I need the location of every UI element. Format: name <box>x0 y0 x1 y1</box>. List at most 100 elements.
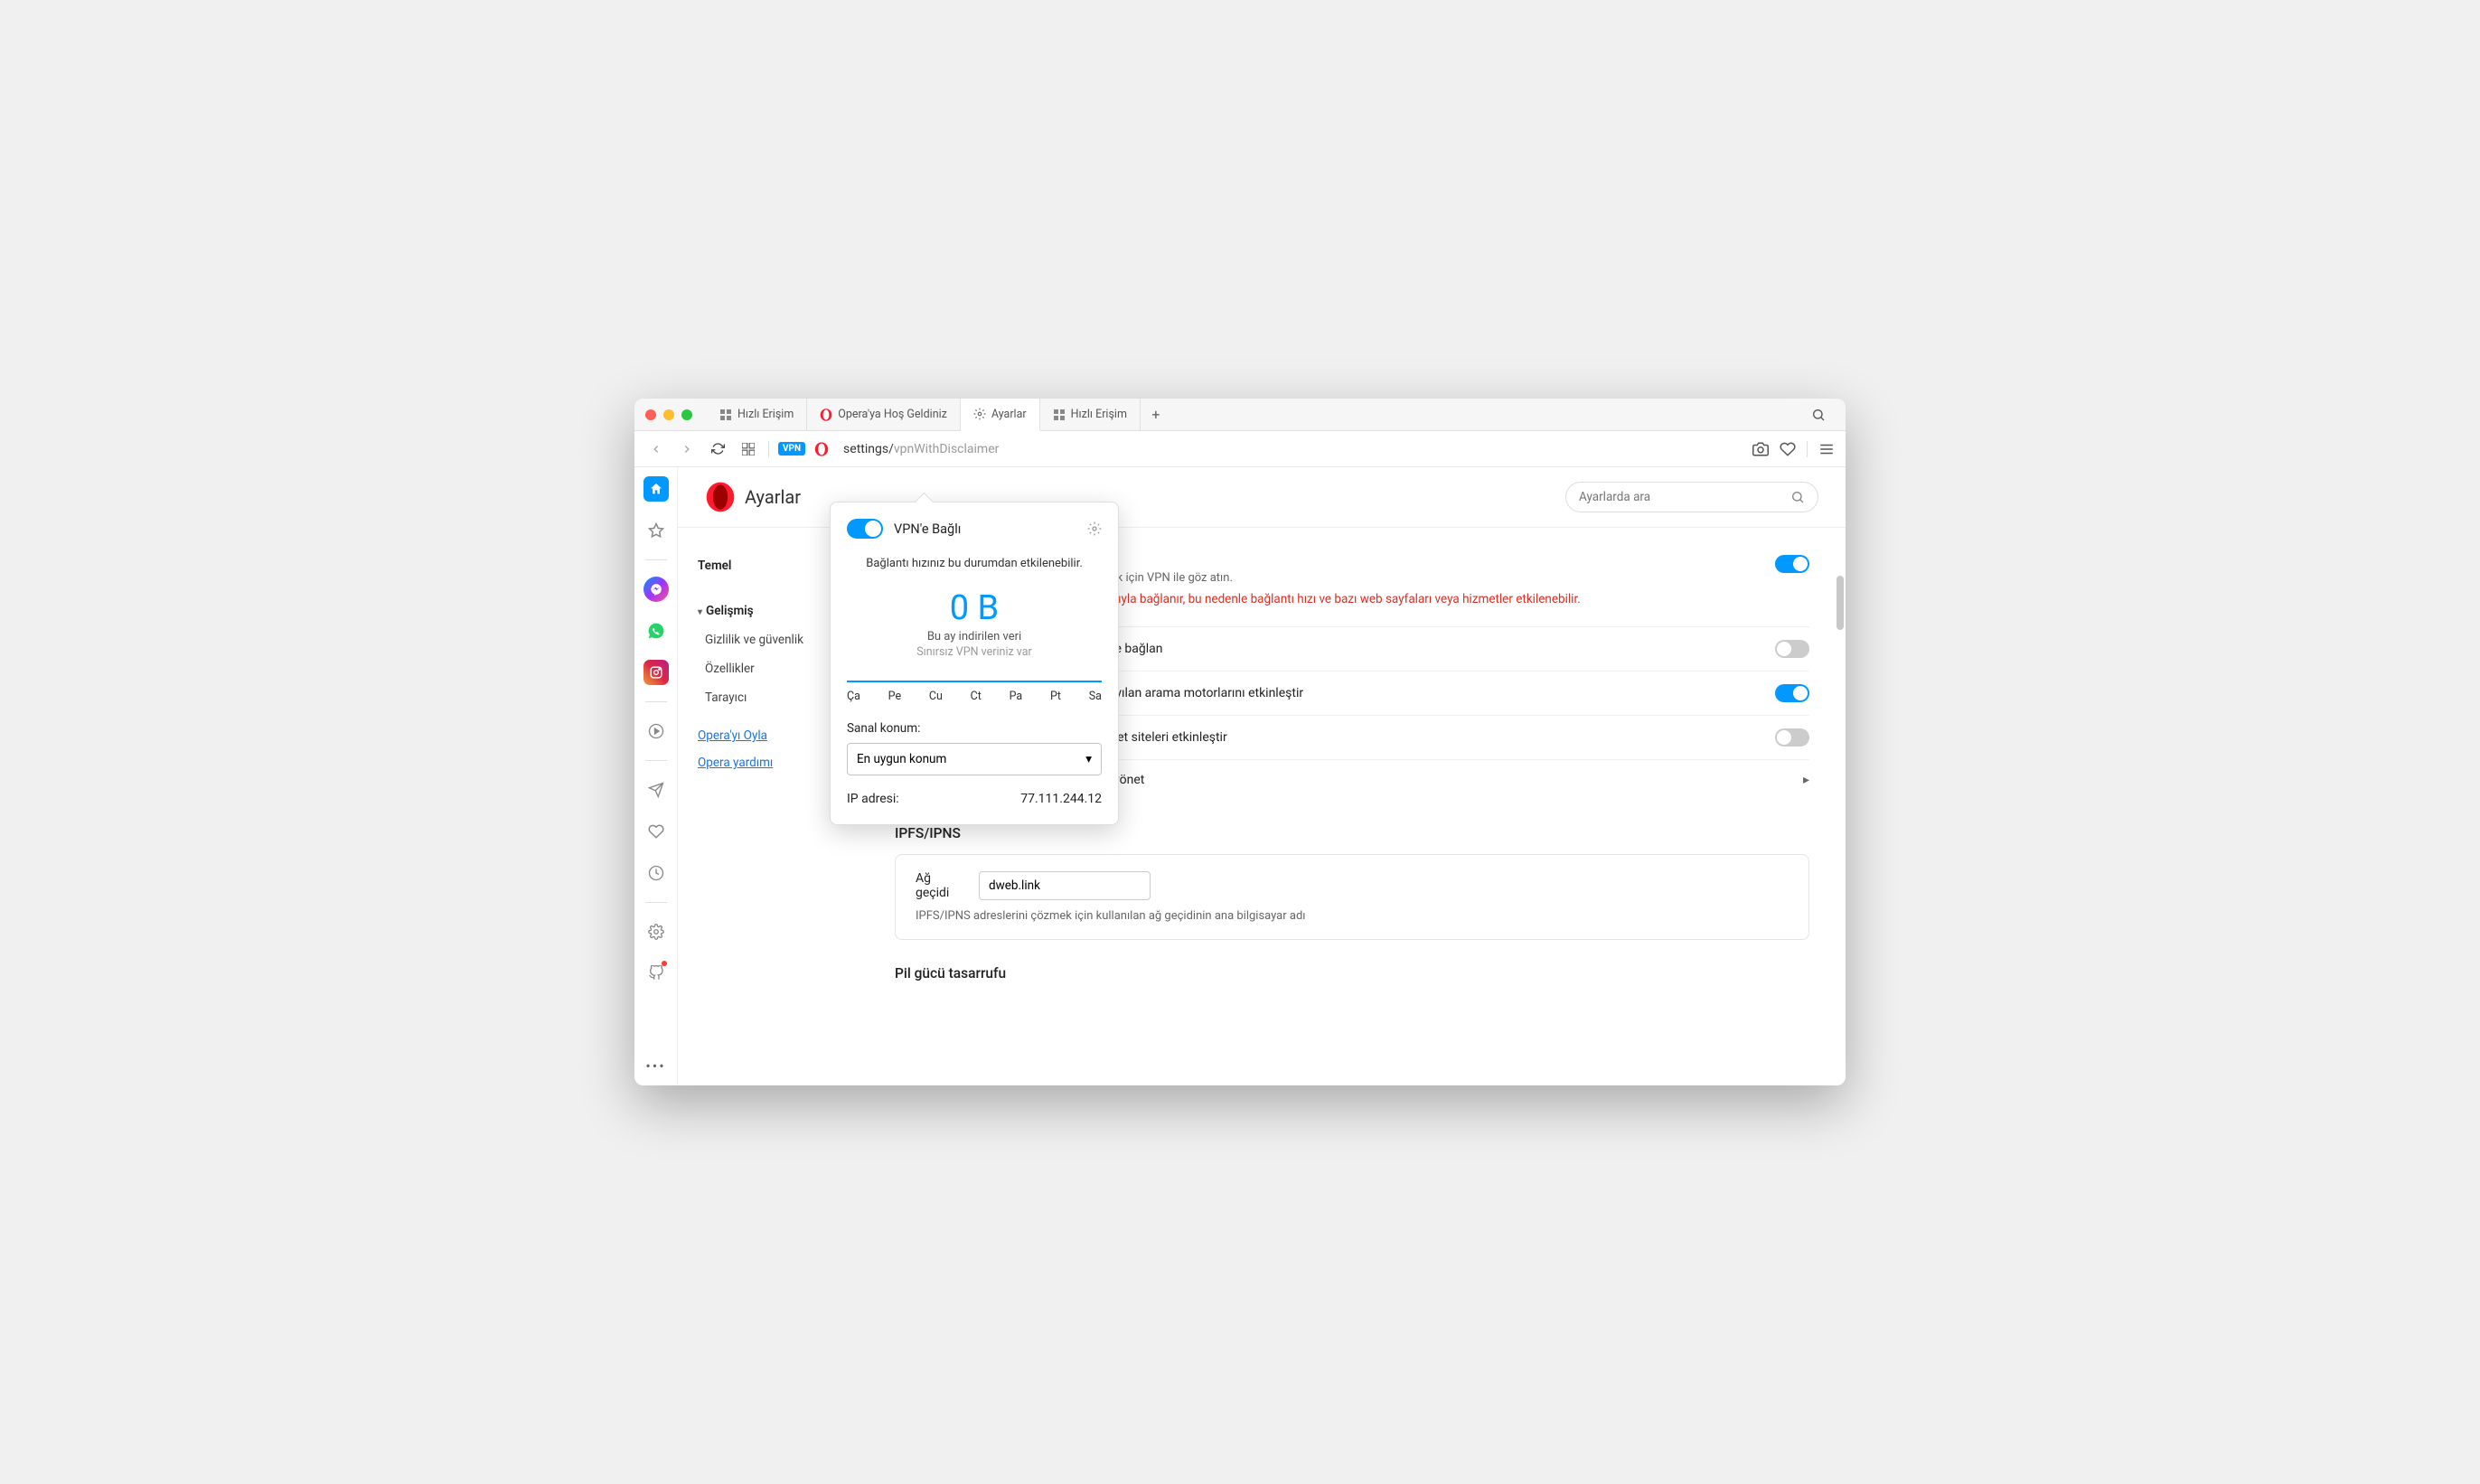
address-path: vpnWithDisclaimer <box>894 442 1000 456</box>
sidebar-features[interactable]: Özellikler <box>694 654 842 683</box>
snapshot-icon[interactable] <box>1752 441 1769 457</box>
feedback-icon[interactable] <box>643 961 669 986</box>
forward-button[interactable] <box>676 438 698 460</box>
close-window-button[interactable] <box>645 409 656 420</box>
ipfs-title: IPFS/IPNS <box>895 825 1809 841</box>
enable-vpn-toggle[interactable] <box>1775 555 1809 573</box>
chevron-down-icon: ▾ <box>698 607 702 617</box>
grid-icon <box>1053 409 1066 421</box>
divider <box>1807 441 1808 457</box>
tab-settings[interactable]: Ayarlar <box>961 399 1040 431</box>
back-button[interactable] <box>645 438 667 460</box>
flow-icon[interactable] <box>643 777 669 803</box>
tab-label: Hızlı Erişim <box>1071 408 1127 421</box>
chevron-right-icon: ▸ <box>1803 773 1809 787</box>
vpn-ip-row: IP adresi: 77.111.244.12 <box>831 775 1118 806</box>
pinboards-icon[interactable] <box>643 819 669 844</box>
chevron-down-icon: ▾ <box>1085 752 1092 766</box>
vpn-bypass-search-toggle[interactable] <box>1775 684 1809 702</box>
divider <box>645 701 667 702</box>
tab-label: Opera'ya Hoş Geldiniz <box>838 408 947 421</box>
tab-welcome[interactable]: Opera'ya Hoş Geldiniz <box>807 399 961 430</box>
sidebar-privacy[interactable]: Gizlilik ve güvenlik <box>694 625 842 654</box>
address-prefix: settings/ <box>843 442 894 456</box>
settings-content: Ayarlar Temel ▾Gelişmiş Gizlilik ve güve… <box>678 467 1846 1085</box>
vpn-badge[interactable]: VPN <box>778 442 805 456</box>
grid-icon <box>719 409 732 421</box>
vpn-popup: VPN'e Bağlı Bağlantı hızınız bu durumdan… <box>830 502 1119 825</box>
body-area: ••• Ayarlar Temel ▾Gelişmiş Gizlilik ve … <box>634 467 1846 1085</box>
battery-section: Pil gücü tasarrufu <box>895 965 1809 982</box>
workspace-sidebar: ••• <box>634 467 678 1085</box>
vpn-chart: Ça Pe Cu Ct Pa Pt Sa <box>831 668 1118 709</box>
vpn-popup-header: VPN'e Bağlı <box>831 519 1118 549</box>
battery-title: Pil gücü tasarrufu <box>895 965 1809 982</box>
sidebar-basic[interactable]: Temel <box>694 551 842 580</box>
vpn-location-select[interactable]: En uygun konum ▾ <box>847 743 1102 775</box>
vpn-ip-value: 77.111.244.12 <box>1020 792 1102 806</box>
vpn-ip-label: IP adresi: <box>847 792 899 806</box>
search-tabs-button[interactable] <box>1802 408 1835 422</box>
vpn-data-sub: Sınırsız VPN veriniz var <box>831 645 1118 659</box>
heart-icon[interactable] <box>1780 441 1796 457</box>
sidebar-rate-link[interactable]: Opera'yı Oyla <box>694 712 842 750</box>
scrollbar-thumb[interactable] <box>1837 576 1844 630</box>
window-controls <box>645 409 692 420</box>
divider <box>645 559 667 560</box>
new-tab-button[interactable]: + <box>1141 399 1171 430</box>
settings-search[interactable] <box>1565 482 1818 512</box>
vpn-data-usage: 0 B Bu ay indirilen veri Sınırsız VPN ve… <box>831 583 1118 668</box>
tab-label: Hızlı Erişim <box>737 408 794 421</box>
whatsapp-icon[interactable] <box>643 618 669 643</box>
gateway-label: Ağ geçidi <box>916 871 961 900</box>
vpn-note: Bağlantı hızınız bu durumdan etkilenebil… <box>831 549 1118 583</box>
toolbar: VPN settings/vpnWithDisclaimer <box>634 431 1846 467</box>
maximize-window-button[interactable] <box>681 409 692 420</box>
history-icon[interactable] <box>643 860 669 886</box>
vpn-location-section: Sanal konum: En uygun konum ▾ <box>831 709 1118 775</box>
sidebar-advanced[interactable]: ▾Gelişmiş <box>694 596 842 625</box>
opera-logo-area: Ayarlar <box>705 482 801 512</box>
toolbar-right <box>1752 441 1835 457</box>
vpn-bypass-intranet-toggle[interactable] <box>1775 728 1809 747</box>
player-icon[interactable] <box>643 719 669 744</box>
speed-dial-button[interactable] <box>737 438 759 460</box>
vpn-chart-line <box>847 681 1102 682</box>
home-workspace-icon[interactable] <box>643 476 669 502</box>
gateway-input[interactable] <box>979 871 1151 900</box>
divider <box>645 902 667 903</box>
settings-search-input[interactable] <box>1579 490 1790 504</box>
gateway-row: Ağ geçidi <box>916 871 1789 900</box>
bookmarks-icon[interactable] <box>643 518 669 543</box>
address-bar[interactable]: settings/vpnWithDisclaimer <box>838 442 1743 456</box>
vpn-status-label: VPN'e Bağlı <box>894 521 1087 537</box>
sidebar-help-link[interactable]: Opera yardımı <box>694 750 842 777</box>
gear-icon <box>973 408 986 420</box>
opera-icon <box>820 409 832 421</box>
titlebar: Hızlı Erişim Opera'ya Hoş Geldiniz Ayarl… <box>634 399 1846 431</box>
vpn-data-value: 0 B <box>831 588 1118 628</box>
vpn-connect-startup-toggle[interactable] <box>1775 640 1809 658</box>
vpn-data-label: Bu ay indirilen veri <box>831 630 1118 643</box>
browser-window: Hızlı Erişim Opera'ya Hoş Geldiniz Ayarl… <box>634 399 1846 1085</box>
messenger-icon[interactable] <box>643 577 669 602</box>
tab-label: Ayarlar <box>991 408 1027 421</box>
more-icon[interactable]: ••• <box>645 1057 665 1075</box>
divider <box>768 441 769 457</box>
ipfs-section: IPFS/IPNS Ağ geçidi IPFS/IPNS adreslerin… <box>895 825 1809 940</box>
tab-speed-dial-1[interactable]: Hızlı Erişim <box>707 399 807 430</box>
minimize-window-button[interactable] <box>663 409 674 420</box>
settings-icon[interactable] <box>643 919 669 944</box>
easy-setup-icon[interactable] <box>1818 441 1835 457</box>
reload-button[interactable] <box>707 438 728 460</box>
vpn-location-label: Sanal konum: <box>847 721 1102 736</box>
vpn-popup-toggle[interactable] <box>847 519 883 539</box>
sidebar-browser[interactable]: Tarayıcı <box>694 683 842 712</box>
vpn-chart-days: Ça Pe Cu Ct Pa Pt Sa <box>847 690 1102 703</box>
instagram-icon[interactable] <box>643 660 669 685</box>
tab-speed-dial-2[interactable]: Hızlı Erişim <box>1040 399 1141 430</box>
opera-logo-icon <box>705 482 736 512</box>
vpn-settings-icon[interactable] <box>1087 521 1102 536</box>
gateway-hint: IPFS/IPNS adreslerini çözmek için kullan… <box>916 909 1789 923</box>
settings-title: Ayarlar <box>745 486 801 508</box>
